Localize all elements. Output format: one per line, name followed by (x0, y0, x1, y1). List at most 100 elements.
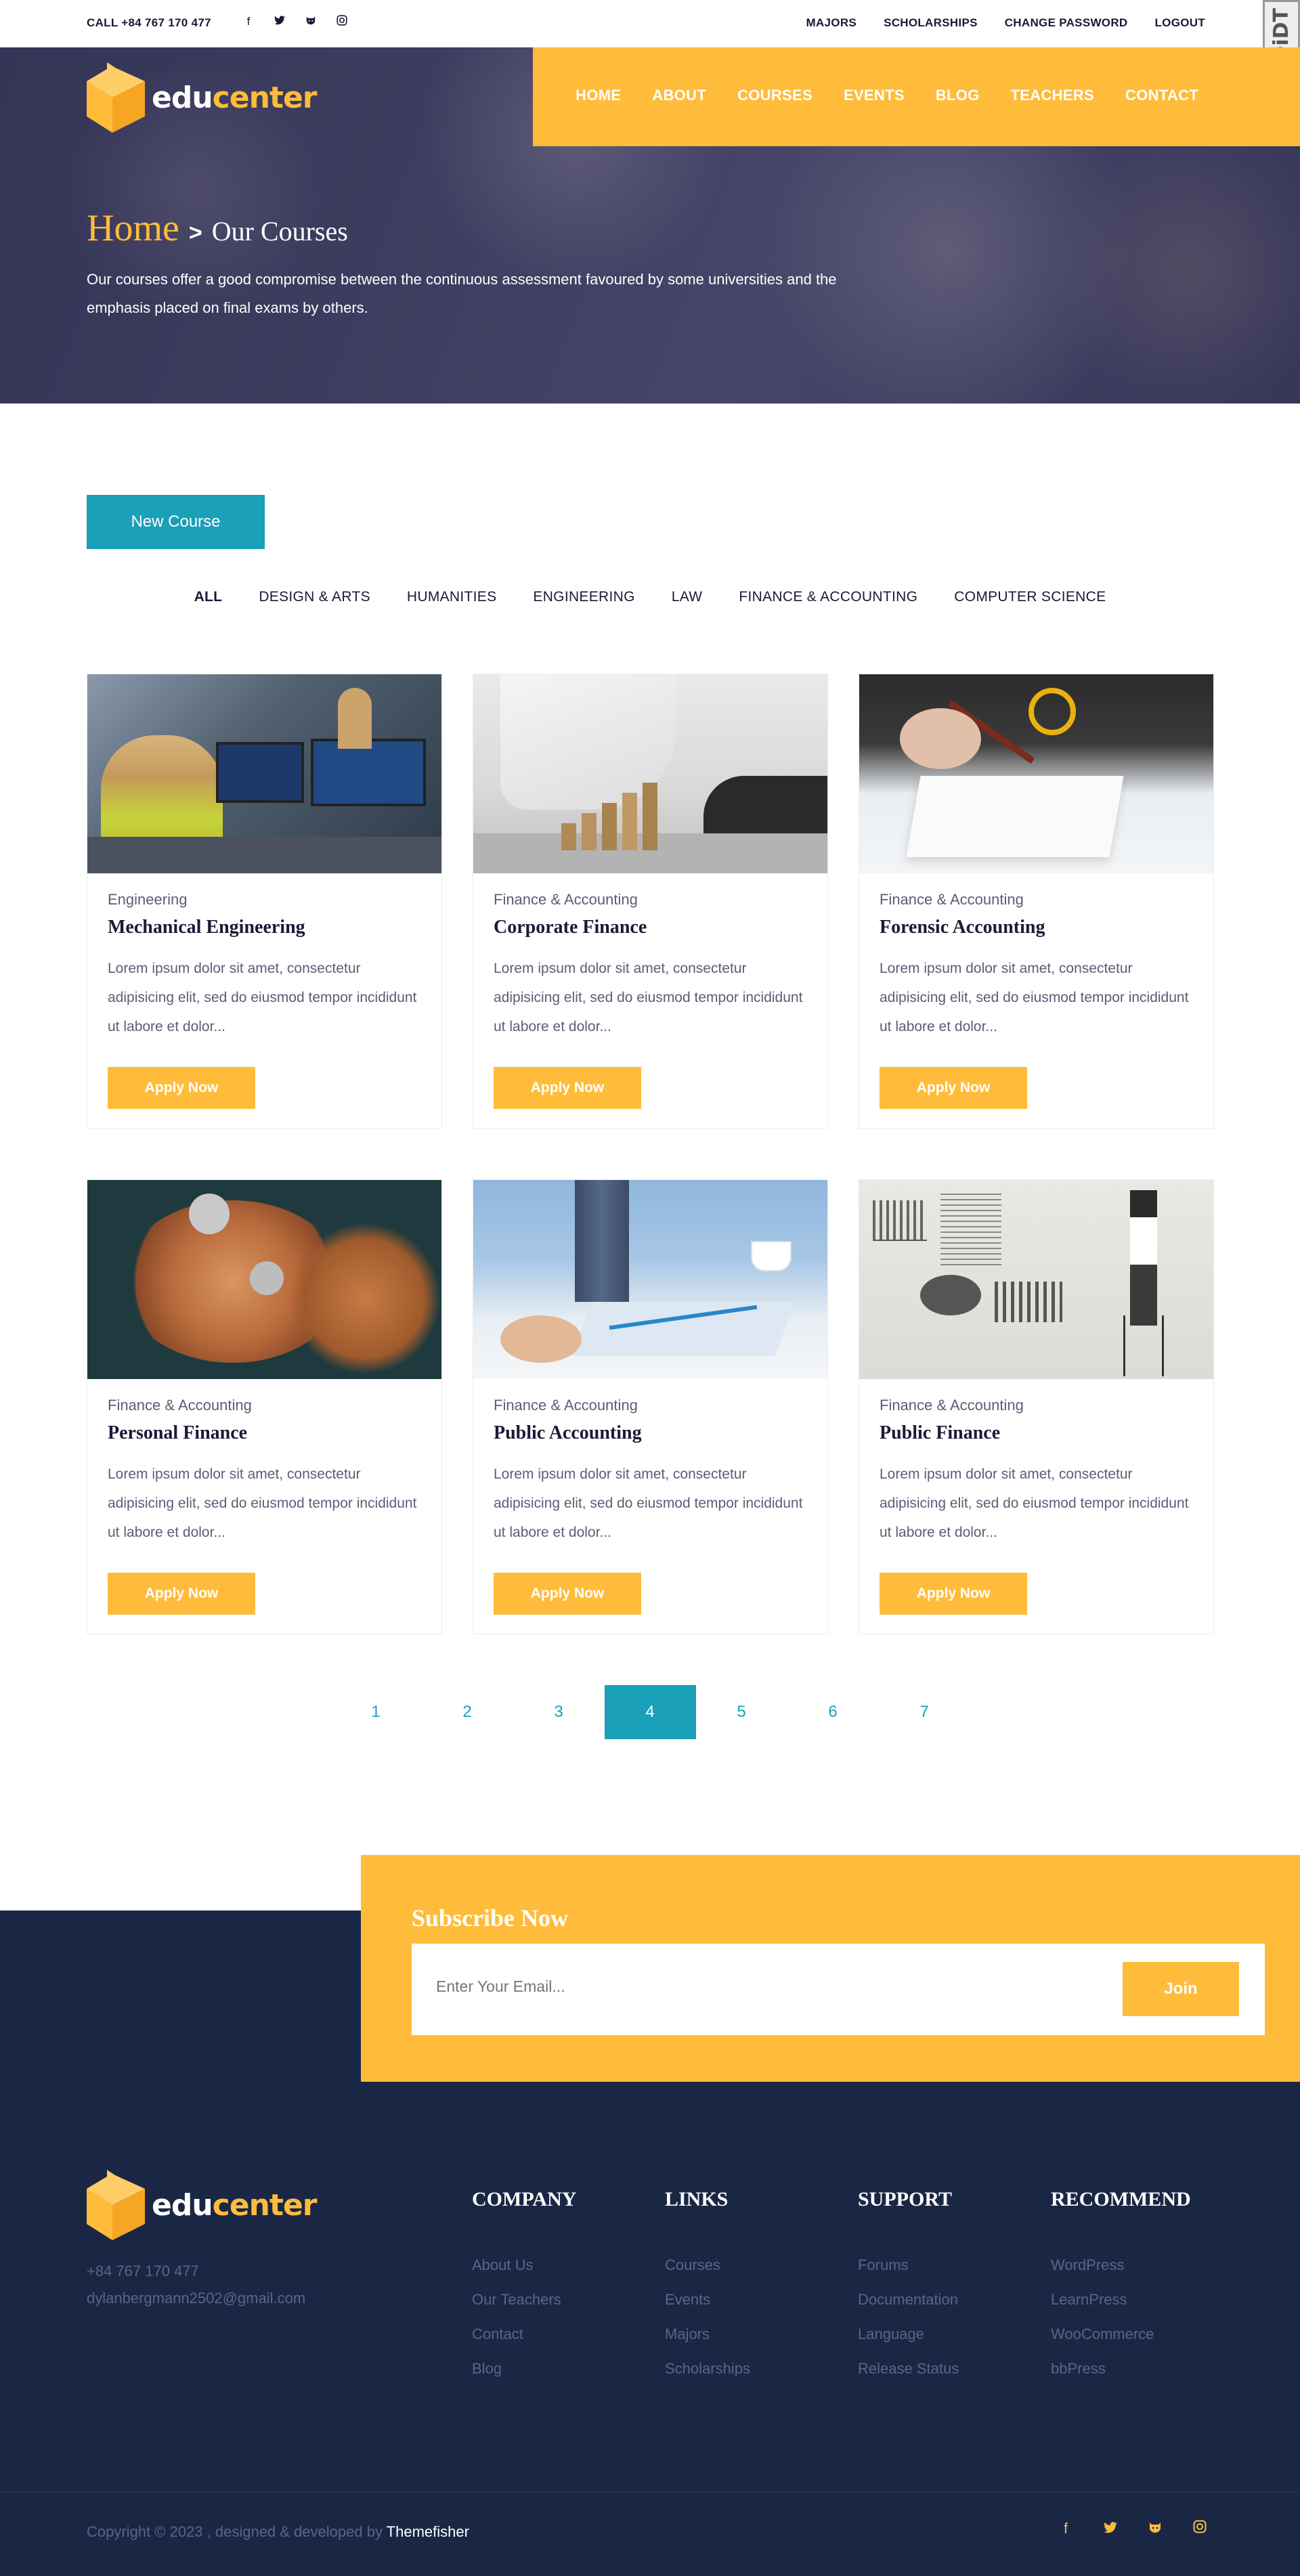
page-link[interactable]: 2 (422, 1685, 513, 1739)
course-image[interactable] (473, 1180, 827, 1379)
course-title[interactable]: Corporate Finance (494, 917, 647, 938)
course-description: Lorem ipsum dolor sit amet, consectetur … (880, 1466, 1189, 1540)
footer-link[interactable]: Forums (858, 2248, 959, 2282)
email-input[interactable] (436, 1978, 978, 1996)
course-title[interactable]: Personal Finance (108, 1422, 247, 1444)
nav-item-about[interactable]: ABOUT (652, 87, 706, 104)
course-category: Finance & Accounting (108, 1397, 252, 1414)
apply-now-button[interactable]: Apply Now (108, 1573, 255, 1615)
footer-link[interactable]: Events (665, 2282, 750, 2317)
course-image[interactable] (473, 674, 827, 873)
apply-now-button[interactable]: Apply Now (880, 1573, 1027, 1615)
course-category: Finance & Accounting (880, 891, 1024, 908)
course-filters: ALL DESIGN & ARTS HUMANITIES ENGINEERING… (0, 589, 1300, 605)
footer-link[interactable]: Release Status (858, 2351, 959, 2386)
facebook-icon[interactable]: f (1058, 2520, 1074, 2537)
nav-item-teachers[interactable]: TEACHERS (1011, 87, 1094, 104)
page-link[interactable]: 6 (787, 1685, 879, 1739)
course-card[interactable]: Finance & Accounting Public Accounting L… (473, 1179, 828, 1634)
page-link[interactable]: 5 (696, 1685, 787, 1739)
filter-computer-science[interactable]: COMPUTER SCIENCE (954, 589, 1106, 605)
apply-now-button[interactable]: Apply Now (494, 1067, 641, 1109)
nav-item-contact[interactable]: CONTACT (1125, 87, 1198, 104)
breadcrumb: Home > Our Courses (87, 206, 348, 250)
nav-item-blog[interactable]: BLOG (936, 87, 980, 104)
footer-link[interactable]: LearnPress (1051, 2282, 1191, 2317)
filter-humanities[interactable]: HUMANITIES (407, 589, 497, 605)
apply-now-button[interactable]: Apply Now (494, 1573, 641, 1615)
course-title[interactable]: Public Finance (880, 1422, 1000, 1444)
twitter-icon[interactable] (1102, 2520, 1119, 2537)
course-description: Lorem ipsum dolor sit amet, consectetur … (880, 961, 1189, 1034)
course-card[interactable]: Engineering Mechanical Engineering Lorem… (87, 674, 442, 1129)
footer-link[interactable]: Documentation (858, 2282, 959, 2317)
course-card[interactable]: Finance & Accounting Personal Finance Lo… (87, 1179, 442, 1634)
footer-link[interactable]: bbPress (1051, 2351, 1191, 2386)
join-button[interactable]: Join (1123, 1962, 1239, 2016)
footer-link[interactable]: Language (858, 2317, 959, 2351)
footer-heading: RECOMMEND (1051, 2188, 1191, 2210)
github-icon[interactable] (1147, 2520, 1163, 2537)
topbar-link-majors[interactable]: MAJORS (806, 16, 857, 30)
nav-item-events[interactable]: EVENTS (844, 87, 905, 104)
page-link-active[interactable]: 4 (604, 1685, 696, 1739)
apply-now-button[interactable]: Apply Now (108, 1067, 255, 1109)
footer-link[interactable]: Majors (665, 2317, 750, 2351)
breadcrumb-home[interactable]: Home (87, 206, 179, 250)
filter-engineering[interactable]: ENGINEERING (533, 589, 634, 605)
footer-link[interactable]: Contact (472, 2317, 576, 2351)
call-number[interactable]: CALL +84 767 170 477 (87, 16, 211, 30)
copyright-brand-link[interactable]: Themefisher (387, 2523, 469, 2540)
hero-description: Our courses offer a good compromise betw… (87, 271, 837, 316)
course-image[interactable] (859, 1180, 1213, 1379)
footer-link[interactable]: About Us (472, 2248, 576, 2282)
course-image[interactable] (859, 674, 1213, 873)
footer-link[interactable]: Courses (665, 2248, 750, 2282)
course-title[interactable]: Mechanical Engineering (108, 917, 305, 938)
footer-email[interactable]: dylanbergmann2502@gmail.com (87, 2285, 305, 2312)
header-logo[interactable]: educenter (87, 62, 317, 133)
topbar-link-logout[interactable]: LOGOUT (1154, 16, 1205, 30)
nav-item-home[interactable]: HOME (576, 87, 621, 104)
logo-text: educenter (152, 80, 317, 115)
page-link[interactable]: 1 (330, 1685, 422, 1739)
footer-link[interactable]: Our Teachers (472, 2282, 576, 2317)
topbar-link-change-password[interactable]: CHANGE PASSWORD (1005, 16, 1128, 30)
footer-phone[interactable]: +84 767 170 477 (87, 2258, 305, 2285)
course-card[interactable]: Finance & Accounting Public Finance Lore… (859, 1179, 1214, 1634)
new-course-button[interactable]: New Course (87, 495, 265, 549)
course-description: Lorem ipsum dolor sit amet, consectetur … (494, 1466, 803, 1540)
footer-link[interactable]: WooCommerce (1051, 2317, 1191, 2351)
page-link[interactable]: 3 (513, 1685, 605, 1739)
course-category: Finance & Accounting (494, 891, 638, 908)
course-title[interactable]: Public Accounting (494, 1422, 642, 1444)
course-description: Lorem ipsum dolor sit amet, consectetur … (108, 1466, 417, 1540)
course-card[interactable]: Finance & Accounting Corporate Finance L… (473, 674, 828, 1129)
instagram-icon[interactable] (334, 15, 349, 29)
footer-link[interactable]: Scholarships (665, 2351, 750, 2386)
footer-link[interactable]: Blog (472, 2351, 576, 2386)
nav-item-courses[interactable]: COURSES (737, 87, 812, 104)
filter-all[interactable]: ALL (194, 589, 223, 605)
apply-now-button[interactable]: Apply Now (880, 1067, 1027, 1109)
footer-heading: COMPANY (472, 2188, 577, 2210)
footer-divider (0, 2491, 1300, 2492)
footer-logo[interactable]: educenter (87, 2170, 317, 2240)
course-title[interactable]: Forensic Accounting (880, 917, 1045, 938)
footer-social: f (1058, 2520, 1208, 2537)
page-link[interactable]: 7 (879, 1685, 970, 1739)
footer-link[interactable]: WordPress (1051, 2248, 1191, 2282)
course-card[interactable]: Finance & Accounting Forensic Accounting… (859, 674, 1214, 1129)
instagram-icon[interactable] (1192, 2520, 1208, 2537)
filter-design-arts[interactable]: DESIGN & ARTS (259, 589, 370, 605)
footer-contact: +84 767 170 477 dylanbergmann2502@gmail.… (87, 2258, 305, 2312)
course-image[interactable] (87, 674, 441, 873)
github-icon[interactable] (303, 15, 318, 29)
facebook-icon[interactable]: f (241, 15, 256, 29)
twitter-icon[interactable] (272, 15, 287, 29)
course-image[interactable] (87, 1180, 441, 1379)
filter-law[interactable]: LAW (672, 589, 703, 605)
topbar-link-scholarships[interactable]: SCHOLARSHIPS (884, 16, 978, 30)
chevron-right-icon: > (188, 220, 202, 246)
filter-finance-accounting[interactable]: FINANCE & ACCOUNTING (739, 589, 917, 605)
